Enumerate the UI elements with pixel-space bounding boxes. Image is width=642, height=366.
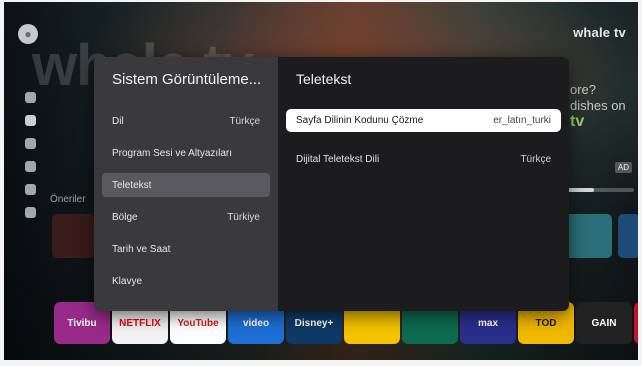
search-icon[interactable]	[24, 92, 36, 103]
menu-item-value: Türkiye	[227, 211, 260, 223]
category-menu: Dil Türkçe Program Sesi ve Altyazıları Tele…	[94, 109, 278, 293]
promo-tv: tv	[570, 113, 585, 130]
content-tile[interactable]	[52, 214, 94, 258]
side-nav-rail	[22, 92, 38, 218]
detail-pane-title: Teletekst	[296, 71, 352, 87]
menu-item[interactable]: Program Sesi ve Altyazıları	[102, 141, 270, 165]
menu-item-label: Bölge	[112, 211, 138, 223]
menu-item[interactable]: Klavye	[102, 269, 270, 293]
menu-item[interactable]: Dil Türkçe	[102, 109, 270, 133]
menu-item[interactable]: Bölge Türkiye	[102, 205, 270, 229]
settings-icon[interactable]	[24, 207, 36, 218]
menu-item[interactable]: Teletekst	[102, 173, 270, 197]
section-label: Öneriler	[50, 194, 86, 205]
brand-logo: whale tv	[573, 25, 626, 40]
detail-settings-list: Sayfa Dilinin Kodunu Çözme er_latın_turki…	[278, 109, 569, 171]
promo-line-1: ore?	[570, 82, 597, 97]
app-tile[interactable]: GAIN	[576, 302, 632, 344]
carousel-progress	[564, 188, 634, 192]
category-pane-title: Sistem Görüntüleme...	[112, 71, 262, 88]
menu-item[interactable]: Tarih ve Saat	[102, 237, 270, 261]
profile-avatar-icon[interactable]: ●	[18, 24, 38, 44]
promo-line-2: dishes on	[570, 98, 626, 113]
settings-category-pane: Sistem Görüntüleme... Dil Türkçe Program S…	[94, 57, 278, 311]
menu-item-label: Dil	[112, 115, 124, 127]
setting-value: er_latın_turki	[493, 115, 551, 126]
app-tile[interactable]: GO	[634, 302, 638, 344]
setting-label: Sayfa Dilinin Kodunu Çözme	[296, 115, 424, 126]
apps-icon[interactable]	[24, 184, 36, 195]
content-tile[interactable]	[618, 214, 638, 258]
live-tv-icon[interactable]	[24, 138, 36, 149]
tv-screen: whale tv ● whale tv Öneriler ore? dishes…	[4, 2, 638, 360]
settings-dialog: Sistem Görüntüleme... Dil Türkçe Program S…	[94, 57, 569, 311]
menu-item-label: Teletekst	[112, 179, 152, 191]
home-icon[interactable]	[24, 115, 36, 126]
menu-item-label: Klavye	[112, 275, 143, 287]
menu-item-label: Tarih ve Saat	[112, 243, 171, 255]
promo-text: ore? dishes on tv	[570, 82, 626, 130]
store-icon[interactable]	[24, 161, 36, 172]
settings-detail-pane: Teletekst Sayfa Dilinin Kodunu Çözme er_l…	[278, 57, 569, 311]
setting-row[interactable]: Dijital Teletekst Dili Türkçe	[286, 148, 561, 171]
content-tile[interactable]	[564, 214, 612, 258]
setting-value: Türkçe	[520, 154, 551, 165]
menu-item-label: Program Sesi ve Altyazıları	[112, 147, 233, 159]
setting-row[interactable]: Sayfa Dilinin Kodunu Çözme er_latın_turki	[286, 109, 561, 132]
ad-badge: AD	[614, 162, 632, 173]
menu-item-value: Türkçe	[229, 115, 260, 127]
setting-label: Dijital Teletekst Dili	[296, 154, 380, 165]
